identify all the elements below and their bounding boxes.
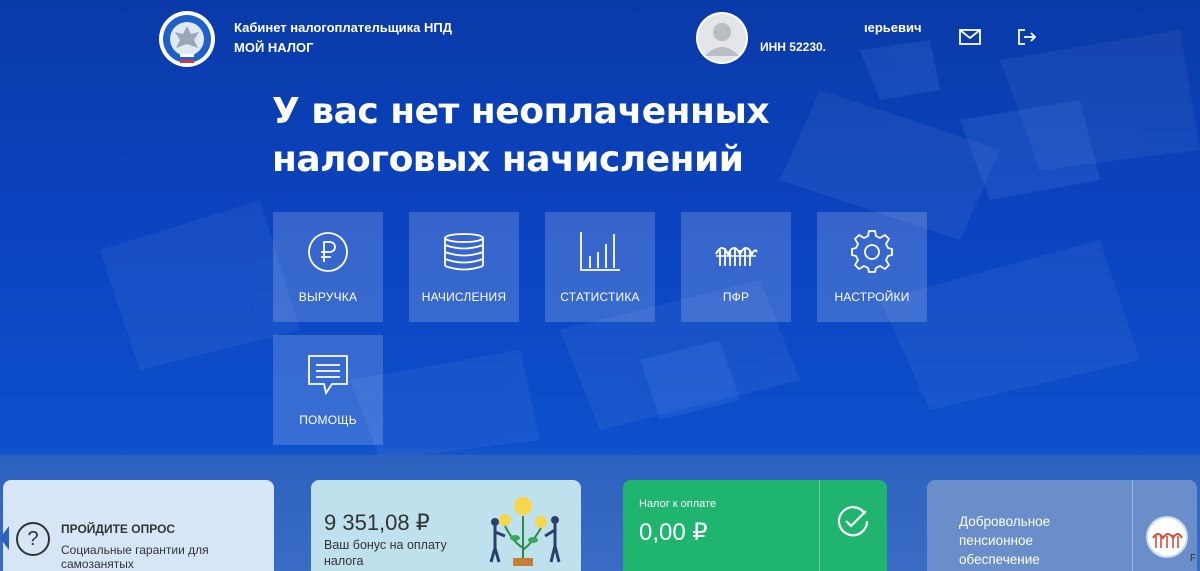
growth-illustration-icon <box>489 497 561 566</box>
logo-emblem-icon <box>159 11 215 67</box>
pfr-icon <box>715 247 758 266</box>
ruble-icon <box>308 232 348 272</box>
bonus-card[interactable]: 9 351,08 ₽ Ваш бонус на оплату налога <box>311 480 581 571</box>
inn-label: ИНН 52230. <box>760 40 826 54</box>
tax-divider <box>819 480 820 571</box>
bar-chart-icon <box>580 232 620 271</box>
tile-help[interactable]: ПОМОЩЬ <box>273 335 383 445</box>
survey-title: ПРОЙДИТЕ ОПРОС <box>61 522 176 536</box>
tile-statistics[interactable]: СТАТИСТИКА <box>545 212 655 322</box>
pfr-badge-icon[interactable] <box>1146 516 1188 558</box>
survey-card[interactable]: ? ПРОЙДИТЕ ОПРОС Социальные гарантии для… <box>3 480 274 571</box>
logout-icon[interactable] <box>1016 27 1038 47</box>
tile-pfr-label: ПФР <box>722 290 750 304</box>
bonus-text: Ваш бонус на оплату налога <box>324 538 447 568</box>
gear-icon <box>851 230 893 273</box>
tile-settings[interactable]: НАСТРОЙКИ <box>817 212 927 322</box>
pension-divider <box>1132 480 1133 571</box>
tax-label: Налог к оплате <box>639 498 717 510</box>
coins-stack-icon <box>444 233 484 271</box>
pension-text: Добровольное пенсионное обеспечение <box>959 514 1051 567</box>
user-name[interactable]: ıерьевич <box>864 20 922 35</box>
check-circle-icon[interactable] <box>836 504 870 538</box>
tile-revenue[interactable]: ВЫРУЧКА <box>273 212 383 322</box>
tile-charges-label: НАЧИСЛЕНИЯ <box>421 290 507 304</box>
tile-revenue-label: ВЫРУЧКА <box>298 290 358 304</box>
tile-statistics-label: СТАТИСТИКА <box>560 290 640 304</box>
mail-icon[interactable] <box>958 27 982 47</box>
survey-subtitle: Социальные гарантии для самозанятых <box>61 543 209 571</box>
edge-text: F <box>1190 553 1197 564</box>
question-icon: ? <box>16 522 50 556</box>
tax-amount: 0,00 ₽ <box>639 519 708 546</box>
avatar-icon[interactable] <box>696 12 748 64</box>
brand-line-1: Кабинет налогоплательщика НПД <box>234 20 453 35</box>
tile-help-label: ПОМОЩЬ <box>299 413 357 427</box>
bonus-amount: 9 351,08 ₽ <box>324 510 430 535</box>
tile-settings-label: НАСТРОЙКИ <box>834 290 910 304</box>
page-title: У вас нет неоплаченных налоговых начисле… <box>272 91 770 180</box>
brand[interactable]: Кабинет налогоплательщика НПД МОЙ НАЛОГ <box>234 18 452 58</box>
tax-card[interactable]: Налог к оплате 0,00 ₽ <box>623 480 887 571</box>
tile-pfr[interactable]: ПФР <box>681 212 791 322</box>
carousel-prev-arrow[interactable] <box>0 526 9 550</box>
brand-line-2: МОЙ НАЛОГ <box>234 40 314 55</box>
chat-icon <box>308 355 348 396</box>
tile-charges[interactable]: НАЧИСЛЕНИЯ <box>409 212 519 322</box>
